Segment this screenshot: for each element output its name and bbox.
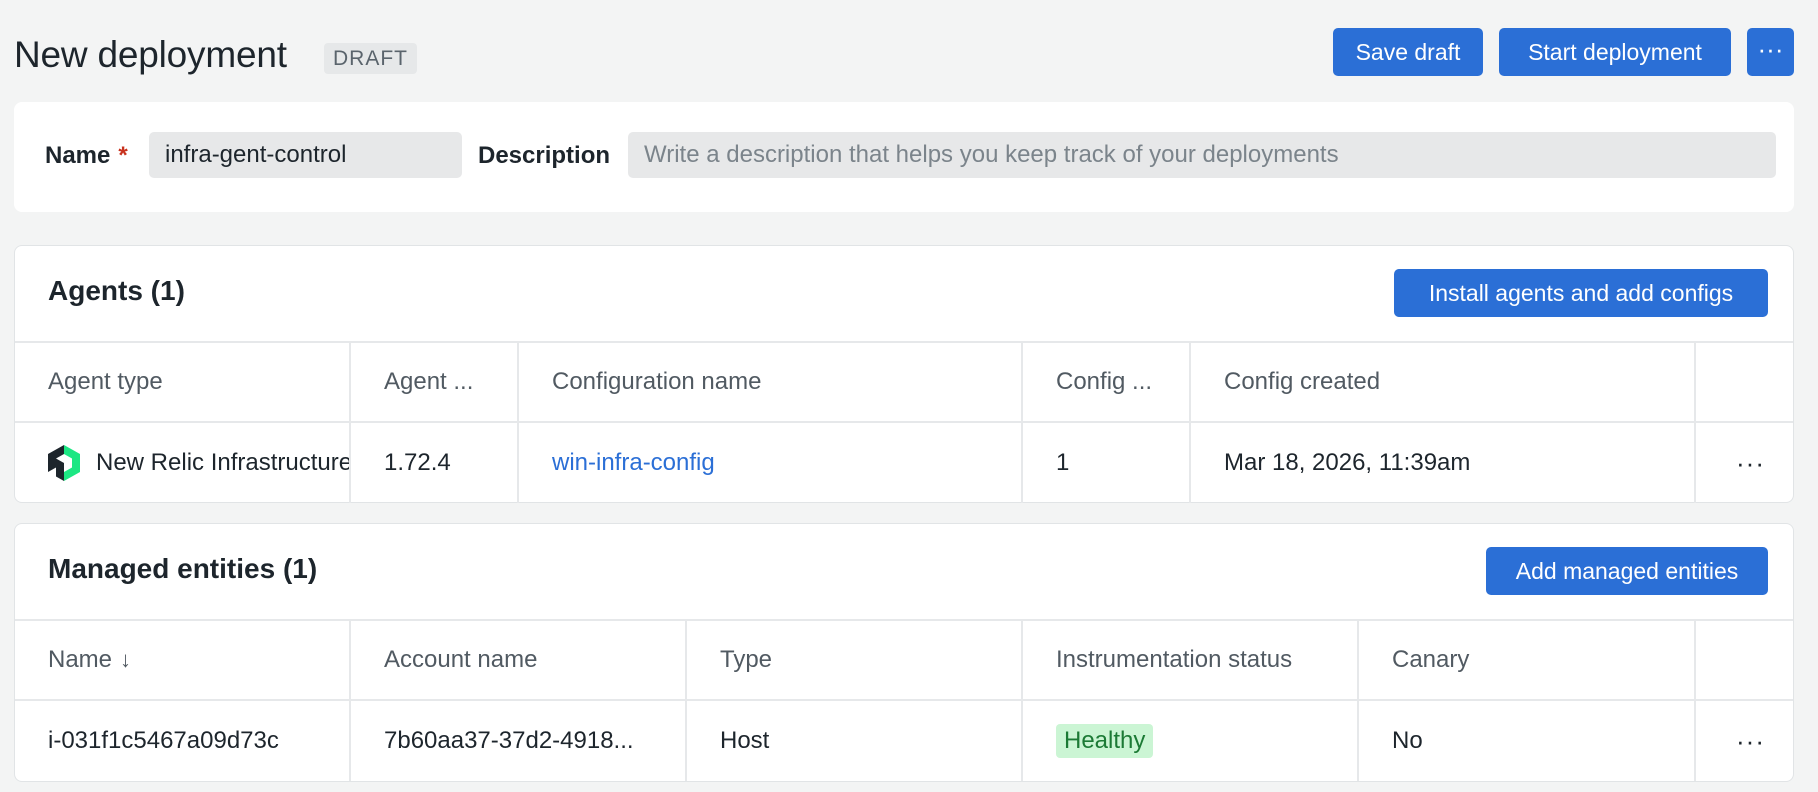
table-row: i-031f1c5467a09d73c 7b60aa37-37d2-4918..… (15, 699, 1793, 781)
account-name-cell: 7b60aa37-37d2-4918... (351, 701, 687, 781)
row-actions-button[interactable]: ··· (1696, 701, 1795, 781)
page-header: New deployment DRAFT Save draft Start de… (14, 28, 1794, 78)
column-instrumentation-status[interactable]: Instrumentation status (1023, 621, 1359, 699)
save-draft-button[interactable]: Save draft (1333, 28, 1483, 76)
column-configuration-name[interactable]: Configuration name (519, 343, 1023, 421)
agent-type-text: New Relic Infrastructure (96, 449, 351, 476)
config-created-cell: Mar 18, 2026, 11:39am (1191, 423, 1696, 503)
description-label: Description (478, 142, 611, 169)
name-label-text: Name (45, 142, 111, 169)
add-managed-entities-button[interactable]: Add managed entities (1486, 547, 1768, 595)
column-canary[interactable]: Canary (1359, 621, 1696, 699)
start-deployment-button[interactable]: Start deployment (1499, 28, 1731, 76)
column-agent-type[interactable]: Agent type (15, 343, 351, 421)
agent-type-cell: New Relic Infrastructure (15, 423, 351, 503)
managed-entities-panel: Managed entities (1) Add managed entitie… (14, 523, 1794, 782)
table-row: New Relic Infrastructure 1.72.4 win-infr… (15, 421, 1793, 503)
managed-entities-title: Managed entities (1) (48, 553, 318, 584)
column-config-version[interactable]: Config ... (1023, 343, 1191, 421)
agents-title: Agents (1) (48, 275, 185, 306)
instrumentation-status-cell: Healthy (1023, 701, 1359, 781)
config-version-cell: 1 (1023, 423, 1191, 503)
agent-version-cell: 1.72.4 (351, 423, 519, 503)
description-input[interactable]: Write a description that helps you keep … (628, 132, 1776, 178)
entities-table-header: Name ↓ Account name Type Instrumentation… (15, 619, 1793, 699)
column-agent-version[interactable]: Agent ... (351, 343, 519, 421)
status-badge: Healthy (1056, 724, 1154, 758)
column-actions (1696, 621, 1795, 699)
config-name-cell: win-infra-config (519, 423, 1023, 503)
column-account-name[interactable]: Account name (351, 621, 687, 699)
agents-panel: Agents (1) Install agents and add config… (14, 245, 1794, 503)
sort-descending-icon: ↓ (120, 647, 132, 672)
required-marker: * (118, 142, 128, 169)
more-options-button[interactable]: ··· (1747, 28, 1794, 76)
column-name-label: Name (48, 646, 113, 673)
name-input[interactable]: infra-gent-control (149, 132, 462, 178)
column-name[interactable]: Name ↓ (15, 621, 351, 699)
page-title: New deployment (14, 34, 287, 75)
config-name-link[interactable]: win-infra-config (552, 449, 715, 477)
entity-name-cell: i-031f1c5467a09d73c (15, 701, 351, 781)
deployment-form: Name * infra-gent-control Description Wri… (14, 102, 1794, 212)
column-config-created[interactable]: Config created (1191, 343, 1696, 421)
new-relic-logo-icon (48, 445, 80, 481)
column-type[interactable]: Type (687, 621, 1023, 699)
name-label: Name * (45, 142, 128, 170)
type-cell: Host (687, 701, 1023, 781)
row-actions-button[interactable]: ··· (1696, 423, 1795, 503)
canary-cell: No (1359, 701, 1696, 781)
column-actions (1696, 343, 1795, 421)
agents-table-header: Agent type Agent ... Configuration name … (15, 341, 1793, 421)
install-agents-button[interactable]: Install agents and add configs (1394, 269, 1768, 317)
status-badge: DRAFT (324, 43, 417, 74)
